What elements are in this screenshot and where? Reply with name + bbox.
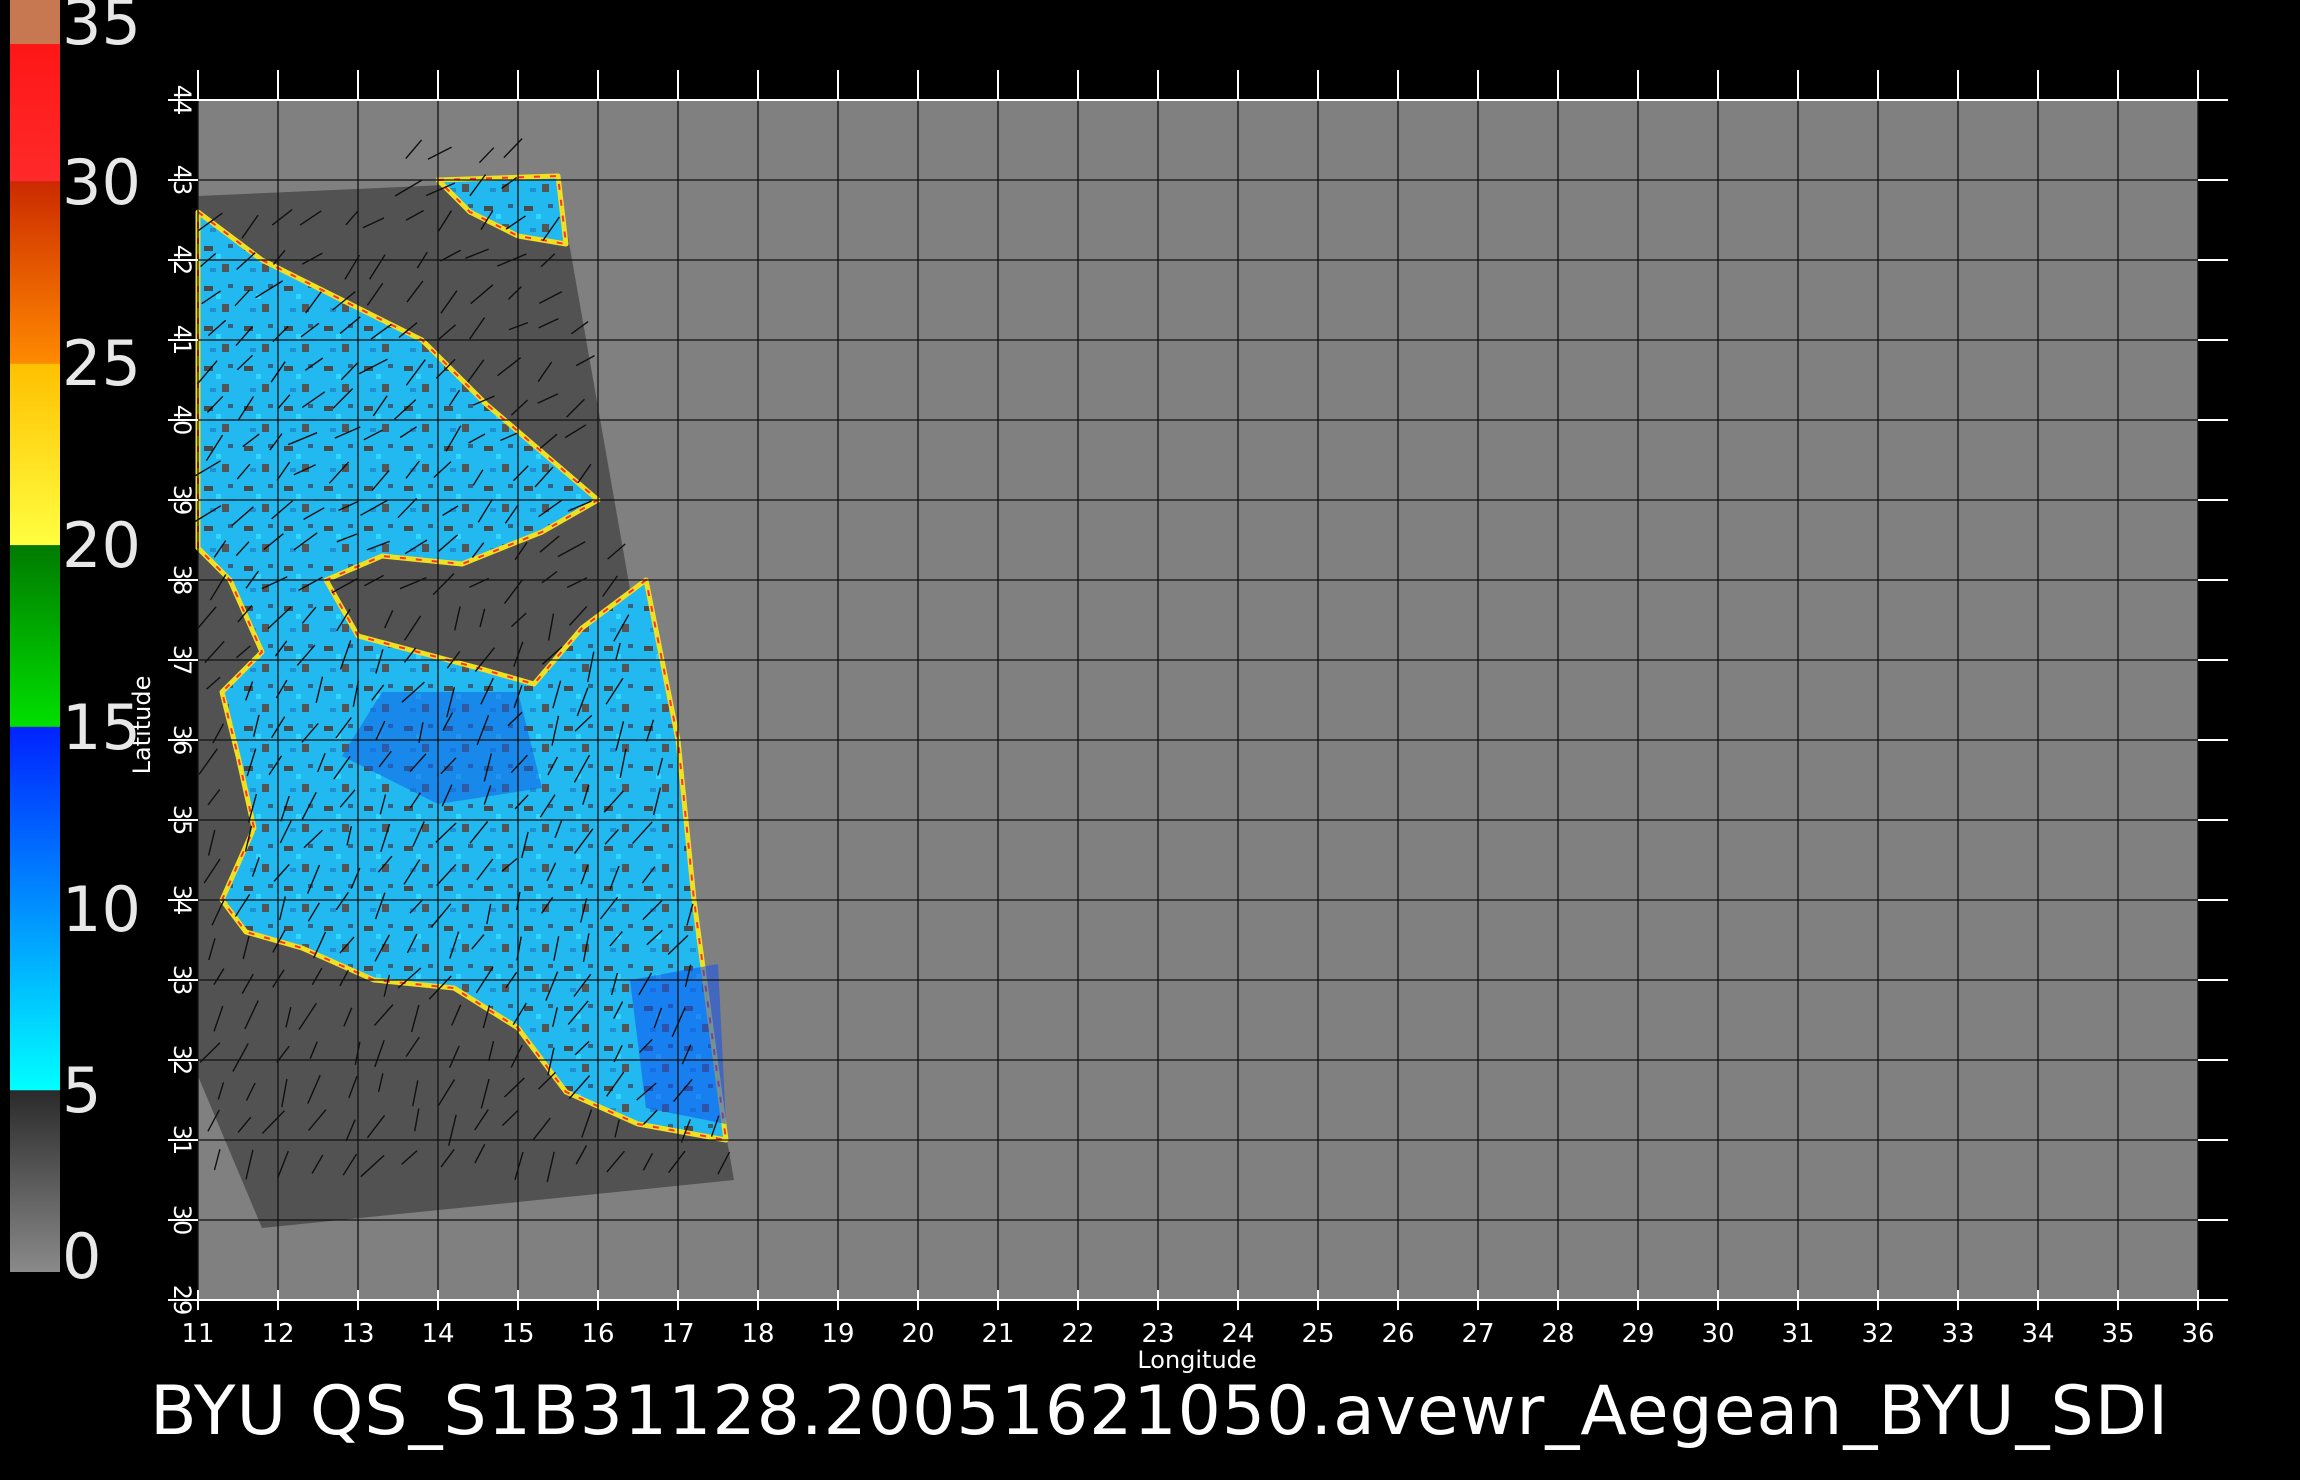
x-tick-label: 21 [981, 1319, 1014, 1349]
colorbar-label: 25 [62, 327, 141, 401]
y-tick-label: 37 [168, 645, 196, 676]
colorbar-label: 5 [62, 1054, 102, 1128]
y-tick-label: 39 [168, 485, 196, 516]
scatterometer-wind-map: 11 12 13 14 15 16 17 18 19 20 21 22 23 24 25 26 27 28 29 30… [10, 0, 2228, 1374]
colorbar-segment [10, 181, 60, 364]
y-tick-label: 40 [168, 405, 196, 436]
x-tick-label: 23 [1141, 1319, 1174, 1349]
y-tick-label: 32 [168, 1045, 196, 1076]
x-tick-label: 24 [1221, 1319, 1254, 1349]
y-tick-label: 38 [168, 565, 196, 596]
image-caption: BYU QS_S1B31128.20051621050.avewr_Aegean… [150, 1372, 2170, 1451]
x-tick-label: 33 [1941, 1319, 1974, 1349]
x-tick-label: 26 [1381, 1319, 1414, 1349]
map-panel: 11 12 13 14 15 16 17 18 19 20 21 22 23 24 25 26 27 28 29 30… [168, 70, 2228, 1349]
y-tick-label: 35 [168, 805, 196, 836]
colorbar-segment [10, 726, 60, 1091]
wind-speed-colorbar [10, 0, 60, 1272]
x-tick-label: 19 [821, 1319, 854, 1349]
x-axis-label: Longitude [1137, 1346, 1256, 1374]
y-tick-label: 43 [168, 165, 196, 196]
colorbar-label: 20 [62, 509, 141, 583]
x-tick-label: 22 [1061, 1319, 1094, 1349]
x-tick-label: 36 [2181, 1319, 2214, 1349]
y-tick-label: 36 [168, 725, 196, 756]
x-tick-label: 28 [1541, 1319, 1574, 1349]
x-tick-label: 17 [661, 1319, 694, 1349]
x-tick-label: 27 [1461, 1319, 1494, 1349]
x-tick-label: 25 [1301, 1319, 1334, 1349]
y-tick-label: 41 [168, 325, 196, 356]
y-tick-label: 33 [168, 965, 196, 996]
colorbar-segment [10, 1090, 60, 1272]
x-tick-label: 35 [2101, 1319, 2134, 1349]
x-tick-label: 13 [341, 1319, 374, 1349]
x-tick-label: 16 [581, 1319, 614, 1349]
y-tick-label: 30 [168, 1205, 196, 1236]
y-tick-label: 44 [168, 85, 196, 116]
y-tick-label: 31 [168, 1125, 196, 1156]
x-tick-label: 32 [1861, 1319, 1894, 1349]
x-tick-label: 14 [421, 1319, 454, 1349]
colorbar-label: 10 [62, 872, 141, 946]
x-tick-label: 31 [1781, 1319, 1814, 1349]
y-tick-label: 42 [168, 245, 196, 276]
x-tick-label: 15 [501, 1319, 534, 1349]
colorbar-label: 35 [62, 0, 141, 59]
x-tick-label: 12 [261, 1319, 294, 1349]
colorbar-label: 0 [62, 1220, 102, 1293]
y-tick-label: 34 [168, 885, 196, 916]
colorbar-segment [10, 363, 60, 546]
x-tick-label: 20 [901, 1319, 934, 1349]
colorbar-segment [10, 545, 60, 727]
x-tick-label: 30 [1701, 1319, 1734, 1349]
colorbar-label: 15 [62, 690, 141, 764]
colorbar-label: 30 [62, 145, 141, 219]
x-tick-label: 34 [2021, 1319, 2054, 1349]
x-tick-label: 18 [741, 1319, 774, 1349]
x-tick-label: 29 [1621, 1319, 1654, 1349]
y-tick-label: 29 [168, 1285, 196, 1316]
x-tick-label: 11 [181, 1319, 214, 1349]
colorbar-cap [10, 0, 60, 44]
